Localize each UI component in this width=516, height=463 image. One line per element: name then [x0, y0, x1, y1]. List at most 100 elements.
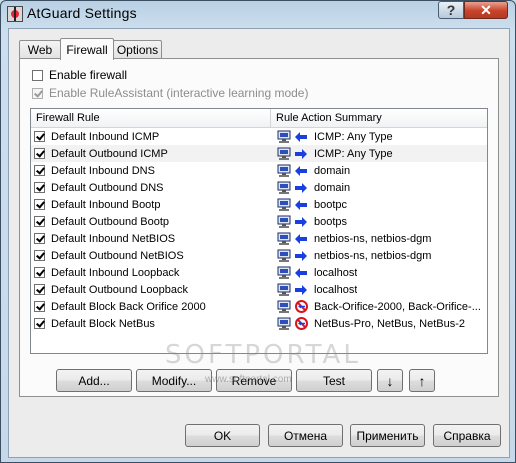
rule-row[interactable]: Default Inbound ICMP ICMP: Any Type [31, 128, 487, 145]
atguard-app-icon [7, 6, 23, 22]
test-rule-button[interactable]: Test [296, 369, 372, 392]
firewall-tab-panel: Enable firewall Enable RuleAssistant (in… [19, 58, 499, 397]
rule-action: netbios-ns, netbios-dgm [277, 249, 431, 262]
rule-enabled-checkbox[interactable] [34, 182, 45, 193]
computer-icon [277, 181, 291, 194]
rule-name: Default Outbound Loopback [51, 283, 188, 296]
close-button[interactable]: ✕ [464, 1, 508, 19]
rule-summary: netbios-ns, netbios-dgm [314, 232, 432, 245]
rule-summary: domain [314, 181, 351, 194]
rule-enabled-checkbox[interactable] [34, 250, 45, 261]
rule-enabled-checkbox[interactable] [34, 233, 45, 244]
rule-name: Default Outbound ICMP [51, 147, 168, 160]
outbound-arrow-icon [294, 283, 308, 296]
rule-enabled-checkbox[interactable] [34, 301, 45, 312]
computer-icon [277, 249, 291, 262]
rule-summary: ICMP: Any Type [314, 147, 393, 160]
rule-row[interactable]: Default Inbound NetBIOS netbios-ns, netbi… [31, 230, 487, 247]
outbound-arrow-icon [294, 249, 308, 262]
rule-action: bootps [277, 215, 347, 228]
apply-button[interactable]: Применить [350, 424, 425, 447]
move-up-button[interactable]: ↑ [409, 369, 435, 392]
enable-rule-assistant-checkbox [32, 87, 43, 99]
outbound-arrow-icon [294, 181, 308, 194]
enable-rule-assistant-label: Enable RuleAssistant (interactive learni… [49, 86, 309, 100]
rule-row[interactable]: Default Outbound Bootp bootps [31, 213, 487, 230]
modify-rule-button[interactable]: Modify... [136, 369, 212, 392]
computer-icon [277, 198, 291, 211]
rule-summary: localhost [314, 283, 358, 296]
block-icon [294, 300, 308, 313]
rule-name: Default Inbound ICMP [51, 130, 160, 143]
inbound-arrow-icon [294, 130, 308, 143]
rule-row[interactable]: Default Outbound Loopback localhost [31, 281, 487, 298]
ok-button[interactable]: OK [185, 424, 260, 447]
tab-web[interactable]: Web [19, 40, 61, 59]
computer-icon [277, 232, 291, 245]
move-down-button[interactable]: ↓ [377, 369, 403, 392]
rule-enabled-checkbox[interactable] [34, 199, 45, 210]
rule-summary: NetBus-Pro, NetBus, NetBus-2 [314, 317, 466, 330]
computer-icon [277, 147, 291, 160]
rule-row[interactable]: Default Block NetBus NetBus-Pro, NetBus, … [31, 315, 487, 332]
rule-row[interactable]: Default Inbound Loopback localhost [31, 264, 487, 281]
inbound-arrow-icon [294, 266, 308, 279]
block-icon [294, 317, 308, 330]
rule-enabled-checkbox[interactable] [34, 131, 45, 142]
rule-action: bootpc [277, 198, 347, 211]
rule-action: domain [277, 181, 350, 194]
inbound-arrow-icon [294, 198, 308, 211]
rule-enabled-checkbox[interactable] [34, 216, 45, 227]
rule-enabled-checkbox[interactable] [34, 148, 45, 159]
remove-rule-button[interactable]: Remove [216, 369, 292, 392]
enable-rule-assistant-option: Enable RuleAssistant (interactive learni… [32, 86, 308, 100]
title-bar[interactable]: AtGuard Settings ? ✕ [0, 0, 516, 28]
rule-summary: Back-Orifice-2000, Back-Orifice-... [314, 300, 481, 313]
rule-enabled-checkbox[interactable] [34, 267, 45, 278]
rule-action: domain [277, 164, 350, 177]
rule-name: Default Block NetBus [51, 317, 155, 330]
tab-options[interactable]: Options [113, 40, 162, 59]
rule-name: Default Block Back Orifice 2000 [51, 300, 206, 313]
rule-row[interactable]: Default Inbound Bootp bootpc [31, 196, 487, 213]
rule-name: Default Outbound Bootp [51, 215, 170, 228]
cancel-button[interactable]: Отмена [268, 424, 343, 447]
rule-action: ICMP: Any Type [277, 130, 393, 143]
rule-enabled-checkbox[interactable] [34, 284, 45, 295]
rule-row[interactable]: Default Outbound NetBIOS netbios-ns, netb… [31, 247, 487, 264]
tab-firewall[interactable]: Firewall [60, 38, 114, 60]
help-button[interactable]: Справка [433, 424, 501, 447]
computer-icon [277, 130, 291, 143]
rule-name: Default Inbound DNS [51, 164, 155, 177]
rule-row[interactable]: Default Outbound DNS domain [31, 179, 487, 196]
list-header: Firewall Rule Rule Action Summary [31, 109, 487, 128]
rule-row[interactable]: Default Outbound ICMP ICMP: Any Type [31, 145, 487, 162]
enable-firewall-checkbox[interactable] [32, 69, 43, 81]
column-header-firewall-rule[interactable]: Firewall Rule [31, 109, 271, 127]
computer-icon [277, 300, 291, 313]
enable-firewall-option[interactable]: Enable firewall [32, 68, 127, 82]
inbound-arrow-icon [294, 232, 308, 245]
rule-summary: localhost [314, 266, 358, 279]
column-header-rule-action-summary[interactable]: Rule Action Summary [271, 109, 487, 127]
rule-name: Default Inbound Bootp [51, 198, 161, 211]
help-title-button[interactable]: ? [438, 1, 464, 19]
rule-row[interactable]: Default Block Back Orifice 2000 Back-Orif… [31, 298, 487, 315]
rule-action: localhost [277, 266, 357, 279]
rule-enabled-checkbox[interactable] [34, 165, 45, 176]
rule-name: Default Outbound DNS [51, 181, 164, 194]
rule-summary: ICMP: Any Type [314, 130, 393, 143]
firewall-rules-list[interactable]: Firewall Rule Rule Action Summary Defaul… [30, 108, 488, 354]
outbound-arrow-icon [294, 215, 308, 228]
rule-row[interactable]: Default Inbound DNS domain [31, 162, 487, 179]
add-rule-button[interactable]: Add... [56, 369, 132, 392]
rule-action: ICMP: Any Type [277, 147, 393, 160]
rule-name: Default Inbound Loopback [51, 266, 180, 279]
rule-rows: Default Inbound ICMP ICMP: Any Type Defaul… [31, 128, 487, 332]
rule-action: NetBus-Pro, NetBus, NetBus-2 [277, 317, 465, 330]
computer-icon [277, 266, 291, 279]
rule-enabled-checkbox[interactable] [34, 318, 45, 329]
rule-action: netbios-ns, netbios-dgm [277, 232, 431, 245]
rule-name: Default Inbound NetBIOS [51, 232, 176, 245]
computer-icon [277, 283, 291, 296]
